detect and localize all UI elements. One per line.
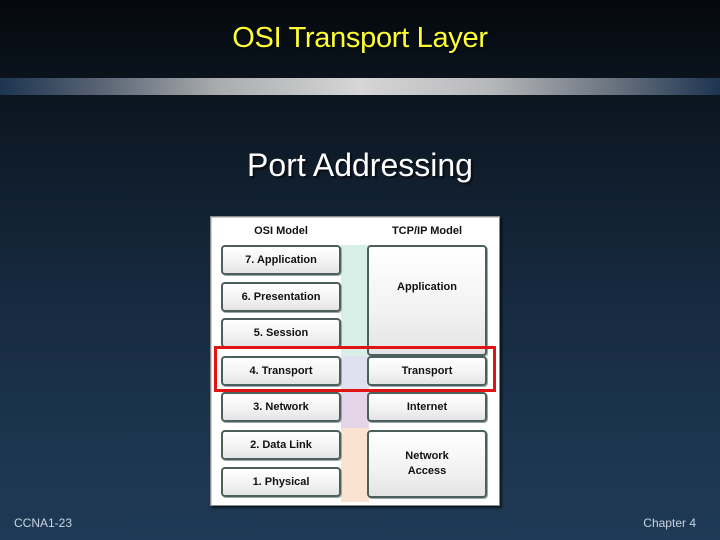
slide-subtitle: Port Addressing	[247, 147, 473, 183]
transport-layer-highlight	[214, 346, 496, 392]
tcpip-layer-network-access: Network Access	[367, 430, 487, 498]
osi-layer-physical: 1. Physical	[221, 467, 341, 497]
osi-layer-presentation: 6. Presentation	[221, 282, 341, 312]
tcpip-model-header: TCP/IP Model	[391, 225, 463, 237]
osi-layer-session: 5. Session	[221, 318, 341, 348]
tcpip-layer-internet: Internet	[367, 392, 487, 422]
osi-model-header: OSI Model	[254, 225, 308, 237]
tcpip-layer-application: Application	[367, 245, 487, 356]
application-band	[341, 245, 369, 356]
osi-layer-network: 3. Network	[221, 392, 341, 422]
title-divider-bar	[0, 78, 720, 95]
slide-title: OSI Transport Layer	[232, 22, 488, 54]
osi-layer-application: 7. Application	[221, 245, 341, 275]
network-access-band	[341, 428, 369, 502]
osi-layer-data-link: 2. Data Link	[221, 430, 341, 460]
chapter-footer: Chapter 4	[643, 516, 696, 530]
slide-number-footer: CCNA1-23	[14, 516, 73, 530]
internet-band	[341, 392, 369, 428]
